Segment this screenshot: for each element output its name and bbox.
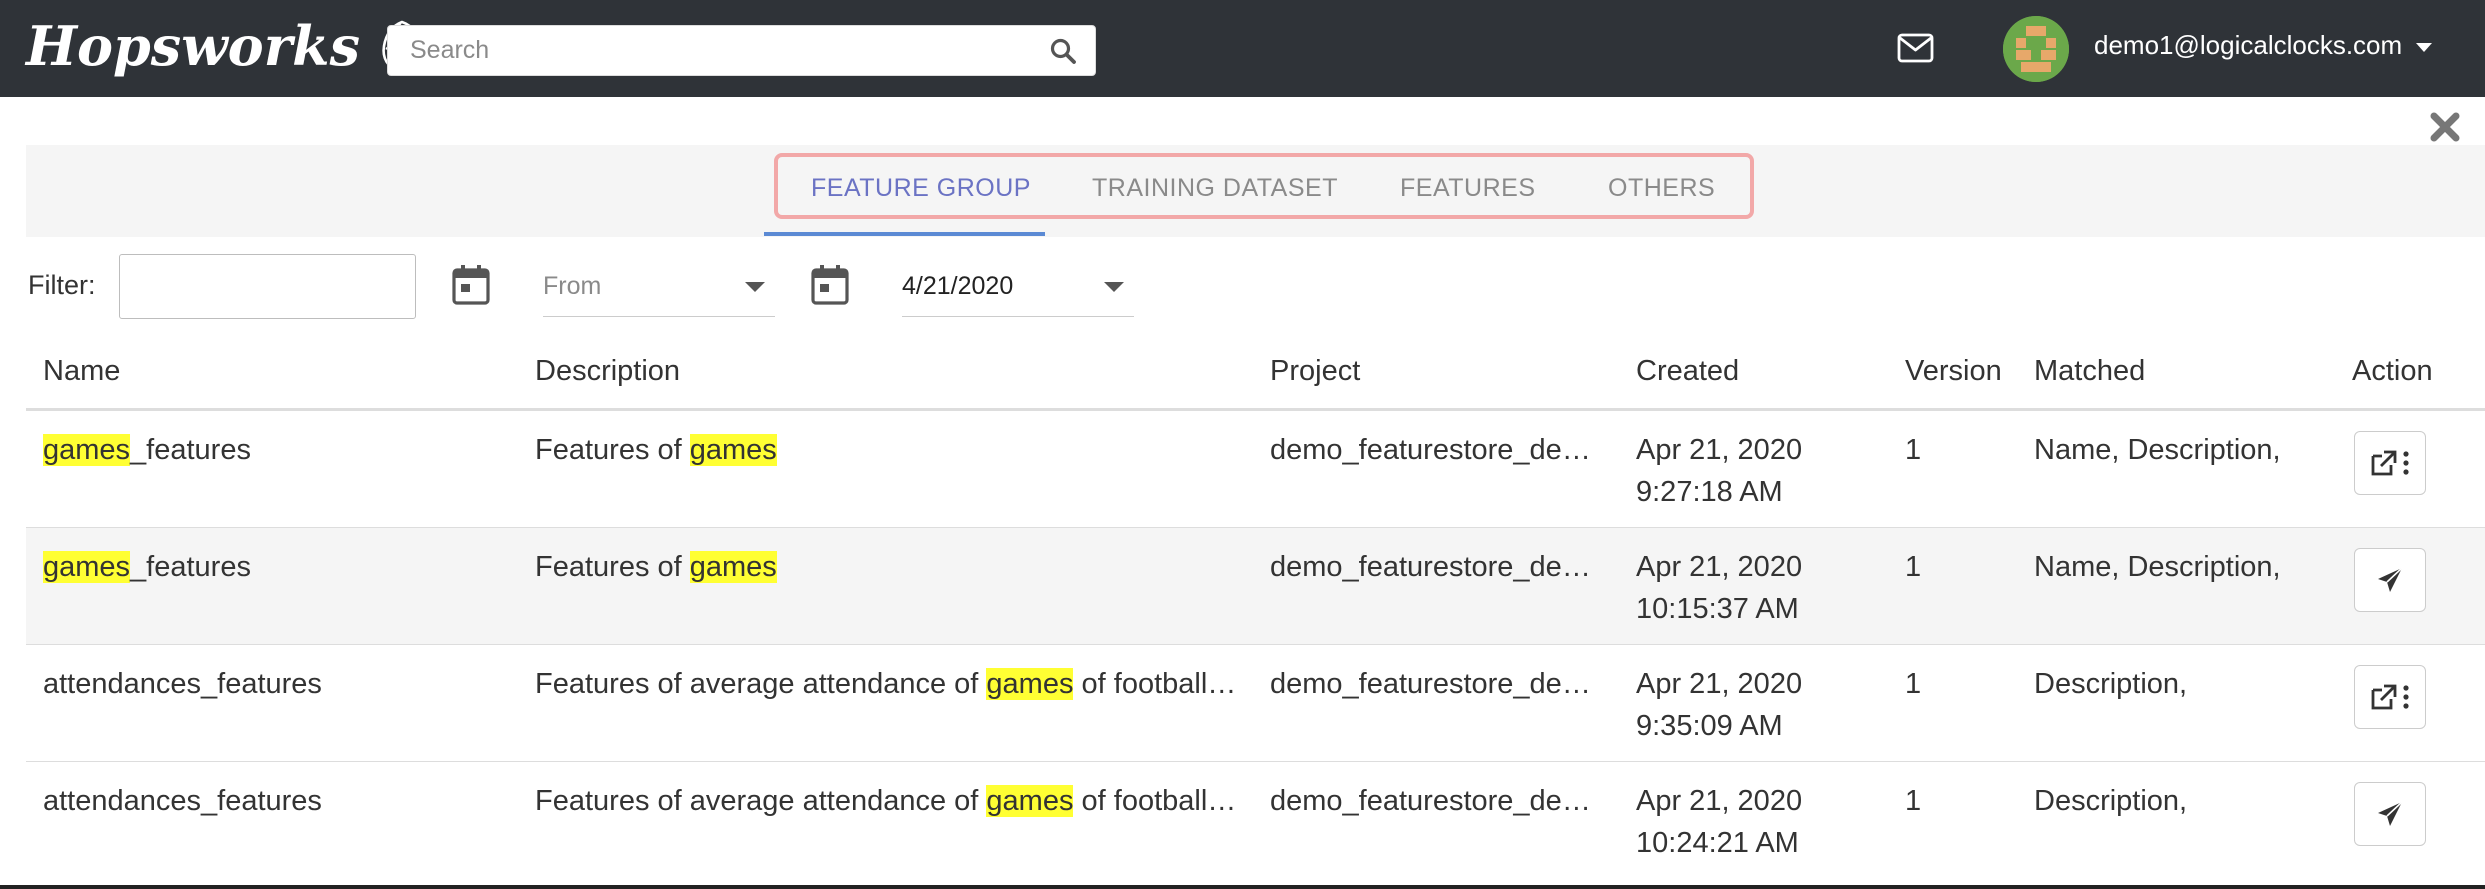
table-row[interactable]: attendances_features Features of average… [26,645,2485,762]
search-highlight: games [986,785,1074,817]
tab-features[interactable]: FEATURES [1400,174,1536,203]
to-date-field[interactable]: 4/21/2020 [902,258,1134,317]
send-action-button[interactable] [2354,548,2426,612]
avatar[interactable] [2003,16,2069,82]
identicon-image [2003,16,2069,82]
row-name[interactable]: games_features [43,434,251,467]
row-name[interactable]: games_features [43,551,251,584]
top-navbar: Hopsworks Search demo1@logicalclocks.com [0,0,2485,97]
row-version: 1 [1905,551,1922,583]
row-description: Features of average attendance of games … [535,785,1237,817]
row-version: 1 [1905,668,1922,700]
send-action-button[interactable] [2354,782,2426,846]
external-link-icon [2371,450,2409,476]
row-created: Apr 21, 2020 10:24:21 AM [1636,785,1803,859]
search-icon[interactable] [1049,37,1077,65]
send-icon [2378,567,2403,592]
from-date-placeholder: From [543,272,602,300]
column-header-action: Action [2352,355,2433,387]
row-description: Features of games [535,551,777,583]
row-matched: Name, Description, [2034,551,2281,583]
tab-feature-group[interactable]: FEATURE GROUP [811,174,1031,203]
chevron-down-icon [1104,282,1124,292]
mail-icon[interactable] [1897,33,1934,63]
from-date-field[interactable]: From [543,258,775,317]
caret-down-icon [2416,43,2433,52]
row-project: demo_featurestore_de… [1270,785,1591,817]
search-highlight: games [689,434,777,466]
row-description: Features of games [535,434,777,466]
row-project: demo_featurestore_de… [1270,434,1591,466]
row-version: 1 [1905,785,1922,817]
calendar-icon[interactable] [810,264,850,306]
row-project: demo_featurestore_de… [1270,551,1591,583]
tab-training-dataset[interactable]: TRAINING DATASET [1092,174,1338,203]
row-name[interactable]: attendances_features [43,785,322,818]
search-highlight: games [43,551,131,583]
filter-label: Filter: [28,270,96,300]
column-header-created[interactable]: Created [1636,355,1739,388]
calendar-icon[interactable] [451,264,491,306]
column-header-name[interactable]: Name [43,355,120,388]
row-project: demo_featurestore_de… [1270,668,1591,700]
tab-others[interactable]: OTHERS [1608,174,1715,203]
search-box [387,25,1096,76]
row-created: Apr 21, 2020 9:35:09 AM [1636,668,1803,742]
to-date-value: 4/21/2020 [902,272,1014,300]
logo[interactable]: Hopsworks [26,14,428,78]
user-email: demo1@logicalclocks.com [2094,30,2403,60]
search-highlight: games [986,668,1074,700]
column-header-version[interactable]: Version [1905,355,2002,388]
column-header-project[interactable]: Project [1270,355,1360,388]
row-description: Features of average attendance of games … [535,668,1237,700]
row-matched: Description, [2034,668,2188,700]
row-matched: Description, [2034,785,2188,817]
chevron-down-icon [745,282,765,292]
search-input[interactable] [388,26,1028,75]
table-row[interactable]: games_features Features of games demo_fe… [26,411,2485,528]
bottom-border [0,885,2485,889]
user-menu[interactable]: demo1@logicalclocks.com [2094,30,2433,61]
search-highlight: games [689,551,777,583]
close-icon[interactable] [2428,110,2462,144]
open-action-button[interactable] [2354,665,2426,729]
row-name[interactable]: attendances_features [43,668,322,701]
table-row[interactable]: attendances_features Features of average… [26,762,2485,879]
column-header-description[interactable]: Description [535,355,680,388]
send-icon [2378,801,2403,826]
row-created: Apr 21, 2020 9:27:18 AM [1636,434,1803,508]
logo-text: Hopsworks [26,14,360,78]
row-matched: Name, Description, [2034,434,2281,466]
active-tab-underline [764,232,1045,236]
search-highlight: games [43,434,131,466]
column-header-matched[interactable]: Matched [2034,355,2145,388]
row-version: 1 [1905,434,1922,466]
external-link-icon [2371,684,2409,710]
table-row[interactable]: games_features Features of games demo_fe… [26,528,2485,645]
row-created: Apr 21, 2020 10:15:37 AM [1636,551,1803,625]
filter-input[interactable] [119,254,416,319]
open-action-button[interactable] [2354,431,2426,495]
